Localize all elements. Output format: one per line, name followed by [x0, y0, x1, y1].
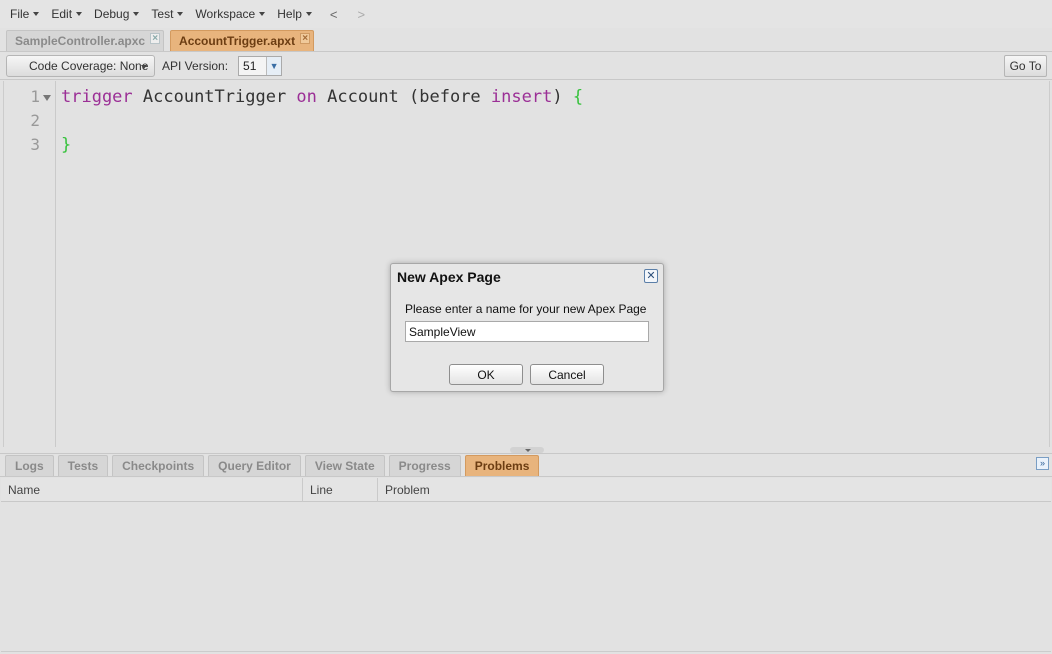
api-version-select[interactable]: 51 ▼: [238, 55, 283, 76]
brace-open: {: [572, 87, 584, 107]
menu-help-label: Help: [277, 7, 302, 21]
column-header-problem[interactable]: Problem: [378, 478, 1051, 502]
tab-account-trigger[interactable]: AccountTrigger.apxt ×: [170, 30, 315, 51]
chevron-down-icon: [33, 12, 40, 16]
chevron-down-icon: [76, 12, 83, 16]
back-button[interactable]: <: [330, 7, 338, 22]
tab-label: AccountTrigger.apxt: [179, 34, 296, 48]
menu-edit-label: Edit: [51, 7, 73, 21]
line-number-gutter: 1 2 3: [4, 81, 56, 447]
new-apex-page-dialog: New Apex Page ✕ Please enter a name for …: [390, 263, 664, 392]
forward-button[interactable]: >: [358, 7, 366, 22]
bottom-panel-tabs: Logs Tests Checkpoints Query Editor View…: [0, 453, 1052, 477]
menu-edit[interactable]: Edit: [51, 7, 83, 21]
ok-button[interactable]: OK: [449, 364, 523, 385]
file-tab-bar: SampleController.apxc × AccountTrigger.a…: [0, 28, 1052, 52]
close-icon[interactable]: ×: [300, 33, 311, 44]
go-to-button[interactable]: Go To: [1004, 55, 1047, 77]
collapse-panel-icon[interactable]: »: [1036, 457, 1049, 470]
column-header-line[interactable]: Line: [303, 478, 378, 502]
tab-tests[interactable]: Tests: [57, 455, 109, 476]
close-icon[interactable]: ×: [150, 33, 161, 44]
menu-test[interactable]: Test: [151, 7, 184, 21]
tab-problems[interactable]: Problems: [464, 455, 540, 476]
menu-debug[interactable]: Debug: [94, 7, 140, 21]
api-version-label: API Version:: [162, 58, 229, 73]
keyword-insert: insert: [490, 87, 553, 107]
menu-file-label: File: [10, 7, 30, 21]
dialog-prompt: Please enter a name for your new Apex Pa…: [405, 302, 647, 316]
tab-query-editor[interactable]: Query Editor: [208, 455, 301, 476]
menu-file[interactable]: File: [10, 7, 40, 21]
chevron-down-icon: [141, 64, 147, 69]
line-number: 2: [30, 111, 40, 130]
dialog-title: New Apex Page: [397, 269, 501, 285]
menu-workspace-label: Workspace: [195, 7, 256, 21]
line-number: 1: [30, 87, 40, 106]
paren-close: ): [552, 87, 573, 107]
trigger-name: AccountTrigger: [132, 87, 297, 107]
problems-table-body: [1, 503, 1051, 652]
tab-checkpoints[interactable]: Checkpoints: [112, 455, 205, 476]
chevron-down-icon: [305, 12, 312, 16]
menu-bar: File Edit Debug Test Workspace Help < >: [0, 0, 1052, 28]
code-coverage-dropdown[interactable]: Code Coverage: None: [6, 54, 155, 77]
line-number: 3: [30, 135, 40, 154]
menu-debug-label: Debug: [94, 7, 130, 21]
cancel-button[interactable]: Cancel: [530, 364, 604, 385]
keyword-trigger: trigger: [61, 87, 133, 107]
tab-sample-controller[interactable]: SampleController.apxc ×: [6, 30, 165, 51]
chevron-down-icon: [177, 12, 184, 16]
close-icon[interactable]: ✕: [644, 269, 658, 283]
tab-view-state[interactable]: View State: [304, 455, 385, 476]
chevron-down-icon: [133, 12, 140, 16]
brace-close: }: [61, 135, 72, 155]
problems-table-header: Name Line Problem: [1, 478, 1051, 502]
column-header-name[interactable]: Name: [1, 478, 303, 502]
chevron-down-icon: ▼: [266, 56, 282, 75]
fold-arrow-icon[interactable]: [43, 95, 51, 101]
code-line-1: trigger AccountTrigger on Account (befor…: [61, 87, 583, 107]
code-line-3: }: [61, 135, 71, 155]
tab-logs[interactable]: Logs: [5, 455, 54, 476]
menu-workspace[interactable]: Workspace: [195, 7, 266, 21]
trigger-object: Account (before: [316, 87, 491, 107]
tab-label: SampleController.apxc: [15, 34, 146, 48]
menu-help[interactable]: Help: [277, 7, 312, 21]
keyword-on: on: [296, 87, 317, 107]
editor-toolbar: Code Coverage: None API Version: 51 ▼ Go…: [0, 52, 1052, 80]
api-version-value: 51: [243, 58, 257, 73]
chevron-down-icon: [259, 12, 266, 16]
page-name-input[interactable]: [405, 321, 649, 342]
tab-progress[interactable]: Progress: [388, 455, 461, 476]
menu-test-label: Test: [151, 7, 174, 21]
code-coverage-label: Code Coverage: None: [29, 58, 149, 73]
